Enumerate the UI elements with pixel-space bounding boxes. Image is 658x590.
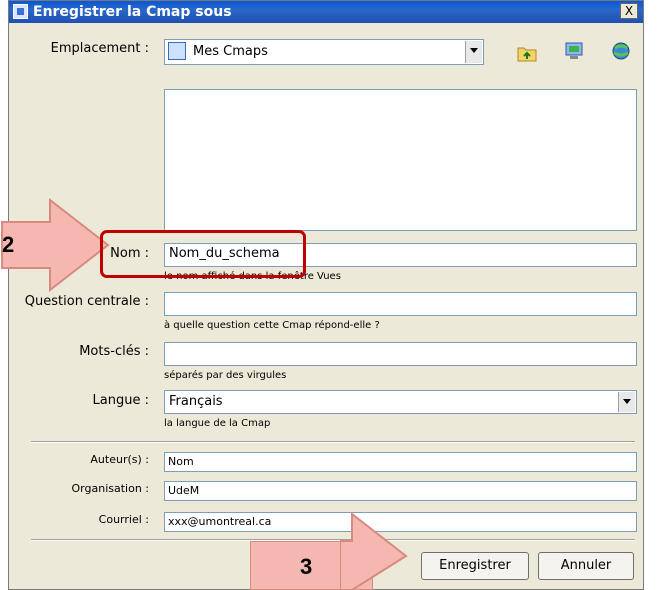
- cancel-button[interactable]: Annuler: [538, 552, 634, 580]
- keywords-hint: séparés par des virgules: [164, 370, 287, 381]
- folder-list[interactable]: [164, 89, 637, 231]
- organization-label: Organisation :: [71, 482, 149, 495]
- question-hint: à quelle question cette Cmap répond-elle…: [164, 320, 380, 331]
- organization-input[interactable]: UdeM: [164, 481, 637, 501]
- divider: [31, 441, 635, 443]
- folder-up-icon[interactable]: [517, 43, 537, 63]
- title-bar[interactable]: Enregistrer la Cmap sous X: [9, 1, 643, 23]
- keywords-label: Mots-clés :: [79, 344, 149, 359]
- language-value: Français: [169, 394, 223, 409]
- email-label: Courriel :: [98, 513, 149, 526]
- location-select[interactable]: Mes Cmaps: [164, 39, 484, 65]
- desktop-icon[interactable]: [564, 41, 584, 61]
- location-label: Emplacement :: [50, 41, 149, 56]
- language-label: Langue :: [92, 393, 149, 408]
- save-dialog: Enregistrer la Cmap sous X Emplacement :…: [8, 0, 644, 590]
- keywords-input[interactable]: [164, 342, 637, 366]
- step2-arrow-icon: [1, 198, 110, 292]
- save-button[interactable]: Enregistrer: [421, 552, 529, 580]
- question-label: Question centrale :: [24, 294, 149, 309]
- step2-number: 2: [2, 232, 15, 257]
- language-select[interactable]: Français: [164, 390, 637, 414]
- name-highlight-box: [100, 230, 306, 278]
- chevron-down-icon[interactable]: [465, 41, 482, 63]
- chevron-down-icon[interactable]: [618, 392, 635, 412]
- step3-number: 3: [300, 554, 313, 579]
- close-button[interactable]: X: [620, 3, 638, 19]
- cmap-app-icon: [13, 4, 28, 19]
- my-cmaps-icon: [168, 42, 186, 60]
- location-value: Mes Cmaps: [193, 44, 268, 59]
- author-label: Auteur(s) :: [90, 453, 149, 466]
- author-input[interactable]: Nom: [164, 452, 637, 472]
- question-input[interactable]: [164, 292, 637, 316]
- network-globe-icon[interactable]: [611, 41, 631, 61]
- dialog-title: Enregistrer la Cmap sous: [33, 4, 232, 20]
- language-hint: la langue de la Cmap: [164, 418, 271, 429]
- step3-arrow-icon: [340, 512, 408, 590]
